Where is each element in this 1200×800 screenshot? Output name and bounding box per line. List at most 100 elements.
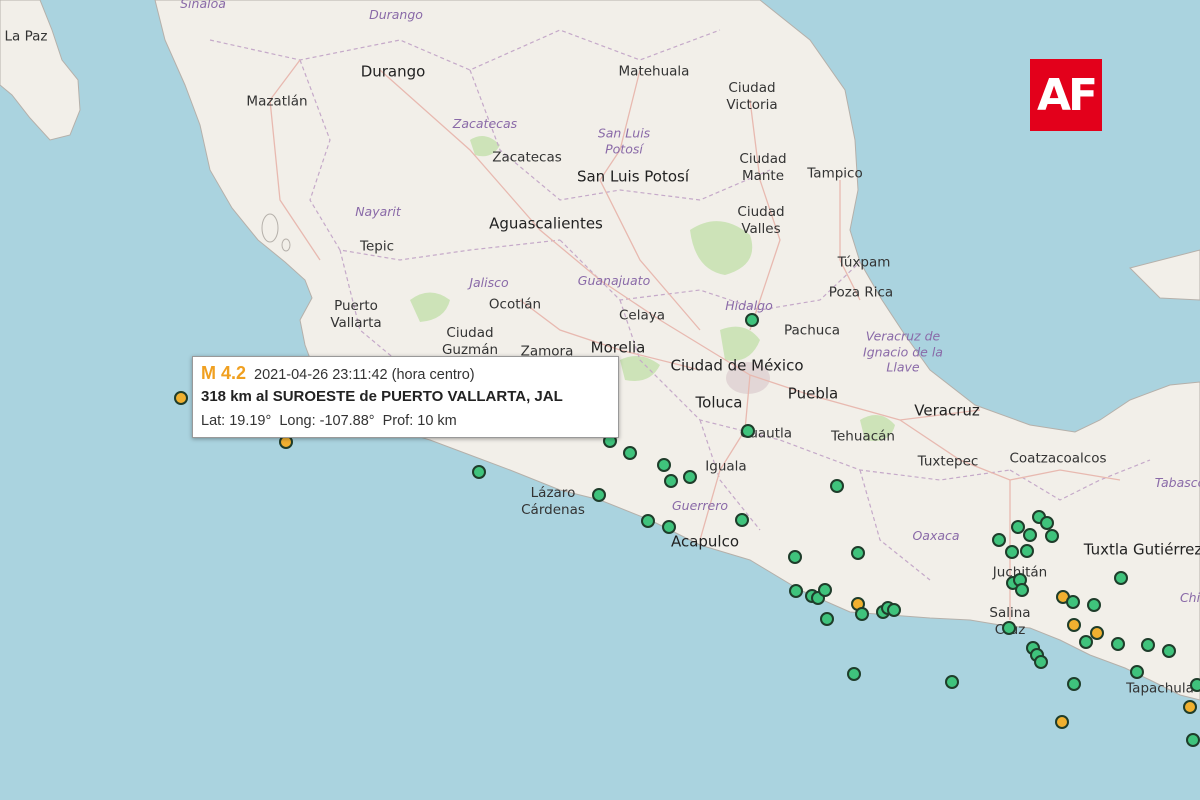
earthquake-marker[interactable] — [1162, 644, 1176, 658]
earthquake-marker[interactable] — [1087, 598, 1101, 612]
earthquake-marker[interactable] — [1114, 571, 1128, 585]
city-label-pachuca: Pachuca — [783, 322, 841, 339]
city-label-iguala: Iguala — [705, 458, 747, 475]
earthquake-marker[interactable] — [664, 474, 678, 488]
city-label-toluca: Toluca — [695, 393, 743, 412]
earthquake-marker[interactable] — [820, 612, 834, 626]
earthquake-marker[interactable] — [1023, 528, 1037, 542]
earthquake-marker[interactable] — [735, 513, 749, 527]
state-label-sinaloa: Sinaloa — [180, 0, 226, 12]
earthquake-marker[interactable] — [662, 520, 676, 534]
city-label-puerto-vallarta: Puerto Vallarta — [330, 298, 382, 331]
city-label-tuxtepec: Tuxtepec — [917, 453, 979, 470]
earthquake-marker[interactable] — [1002, 621, 1016, 635]
popup-depth: Prof: 10 km — [382, 413, 457, 429]
city-label-la-paz: La Paz — [4, 28, 48, 45]
state-label-durango: Durango — [369, 7, 423, 23]
earthquake-marker[interactable] — [1066, 595, 1080, 609]
city-label-puebla: Puebla — [787, 384, 839, 403]
state-label-guanajuato: Guanajuato — [577, 273, 651, 289]
city-label-ciudad-de-mexico: Ciudad de México — [670, 356, 804, 375]
popup-coordinates: Lat: 19.19° Long: -107.88° Prof: 10 km — [201, 409, 610, 433]
earthquake-marker[interactable] — [789, 584, 803, 598]
state-label-nayarit: Nayarit — [355, 204, 401, 220]
earthquake-marker[interactable] — [851, 546, 865, 560]
earthquake-marker[interactable] — [1111, 637, 1125, 651]
state-label-san-luis-potosi: San Luis Potosí — [597, 125, 651, 156]
city-label-durango: Durango — [360, 62, 426, 81]
earthquake-marker[interactable] — [1034, 655, 1048, 669]
earthquake-marker[interactable] — [683, 470, 697, 484]
earthquake-marker[interactable] — [1055, 715, 1069, 729]
city-label-ciudad-valles: Ciudad Valles — [737, 204, 785, 237]
island-small — [281, 238, 291, 252]
earthquake-marker[interactable] — [830, 479, 844, 493]
map-canvas[interactable]: Sinaloa Durango Zacatecas San Luis Potos… — [0, 0, 1200, 800]
earthquake-marker[interactable] — [174, 391, 188, 405]
state-label-guerrero: Guerrero — [671, 498, 729, 514]
city-label-acapulco: Acapulco — [670, 532, 740, 551]
state-label-oaxaca: Oaxaca — [912, 528, 960, 544]
earthquake-marker[interactable] — [1015, 583, 1029, 597]
state-label-hidalgo: Hidalgo — [725, 298, 773, 314]
city-label-mazatlan: Mazatlán — [246, 93, 308, 110]
city-label-san-luis-potosi: San Luis Potosí — [576, 167, 690, 186]
state-label-jalisco: Jalisco — [469, 275, 509, 291]
city-label-matehuala: Matehuala — [618, 63, 690, 80]
city-label-tuxtla-gutierrez: Tuxtla Gutiérrez — [1083, 540, 1200, 559]
earthquake-marker[interactable] — [592, 488, 606, 502]
popup-long: Long: -107.88° — [279, 413, 375, 429]
state-label-chiapas: Chi — [1179, 590, 1200, 606]
earthquake-marker[interactable] — [1186, 733, 1200, 747]
earthquake-marker[interactable] — [1045, 529, 1059, 543]
earthquake-marker[interactable] — [1090, 626, 1104, 640]
popup-lat: Lat: 19.19° — [201, 413, 272, 429]
city-label-ciudad-victoria: Ciudad Victoria — [726, 80, 778, 113]
earthquake-marker[interactable] — [623, 446, 637, 460]
earthquake-marker[interactable] — [887, 603, 901, 617]
earthquake-marker[interactable] — [641, 514, 655, 528]
popup-magnitude: M 4.2 — [201, 363, 247, 383]
city-label-ciudad-guzman: Ciudad Guzmán — [441, 325, 499, 358]
earthquake-marker[interactable] — [1020, 544, 1034, 558]
earthquake-marker[interactable] — [1067, 618, 1081, 632]
earthquake-marker[interactable] — [1183, 700, 1197, 714]
city-label-tepic: Tepic — [359, 238, 395, 255]
state-label-zacatecas: Zacatecas — [452, 116, 518, 132]
earthquake-marker[interactable] — [657, 458, 671, 472]
islas-marias — [261, 213, 279, 243]
city-label-coatzacoalcos: Coatzacoalcos — [1009, 450, 1107, 467]
city-label-ciudad-mante: Ciudad Mante — [739, 151, 787, 184]
earthquake-marker[interactable] — [945, 675, 959, 689]
city-label-aguascalientes: Aguascalientes — [489, 214, 603, 233]
earthquake-marker[interactable] — [847, 667, 861, 681]
city-label-veracruz: Veracruz — [914, 401, 980, 420]
earthquake-marker[interactable] — [472, 465, 486, 479]
earthquake-popup: M 4.2 2021-04-26 23:11:42 (hora centro) 3… — [192, 356, 619, 438]
popup-datetime: 2021-04-26 23:11:42 (hora centro) — [254, 367, 475, 383]
city-label-tampico: Tampico — [807, 165, 863, 182]
earthquake-marker[interactable] — [1040, 516, 1054, 530]
state-label-tabasco: Tabasco — [1154, 475, 1200, 491]
popup-header: M 4.2 2021-04-26 23:11:42 (hora centro) — [201, 361, 610, 385]
city-label-tehuacan: Tehuacán — [831, 428, 895, 445]
earthquake-marker[interactable] — [788, 550, 802, 564]
earthquake-marker[interactable] — [992, 533, 1006, 547]
earthquake-marker[interactable] — [855, 607, 869, 621]
city-label-zacatecas: Zacatecas — [492, 149, 562, 166]
city-label-poza-rica: Poza Rica — [828, 284, 894, 301]
earthquake-marker[interactable] — [1141, 638, 1155, 652]
earthquake-marker[interactable] — [818, 583, 832, 597]
southeast-land — [1129, 249, 1200, 301]
state-label-veracruz: Veracruz de Ignacio de la Llave — [863, 328, 943, 375]
earthquake-marker[interactable] — [741, 424, 755, 438]
earthquake-marker[interactable] — [1067, 677, 1081, 691]
earthquake-marker[interactable] — [1130, 665, 1144, 679]
earthquake-marker[interactable] — [1190, 678, 1200, 692]
city-label-ocotlan: Ocotlán — [488, 296, 542, 313]
city-label-tuxpam: Túxpam — [837, 254, 891, 271]
city-label-celaya: Celaya — [618, 307, 666, 324]
earthquake-marker[interactable] — [745, 313, 759, 327]
earthquake-marker[interactable] — [1005, 545, 1019, 559]
city-label-morelia: Morelia — [590, 338, 646, 357]
